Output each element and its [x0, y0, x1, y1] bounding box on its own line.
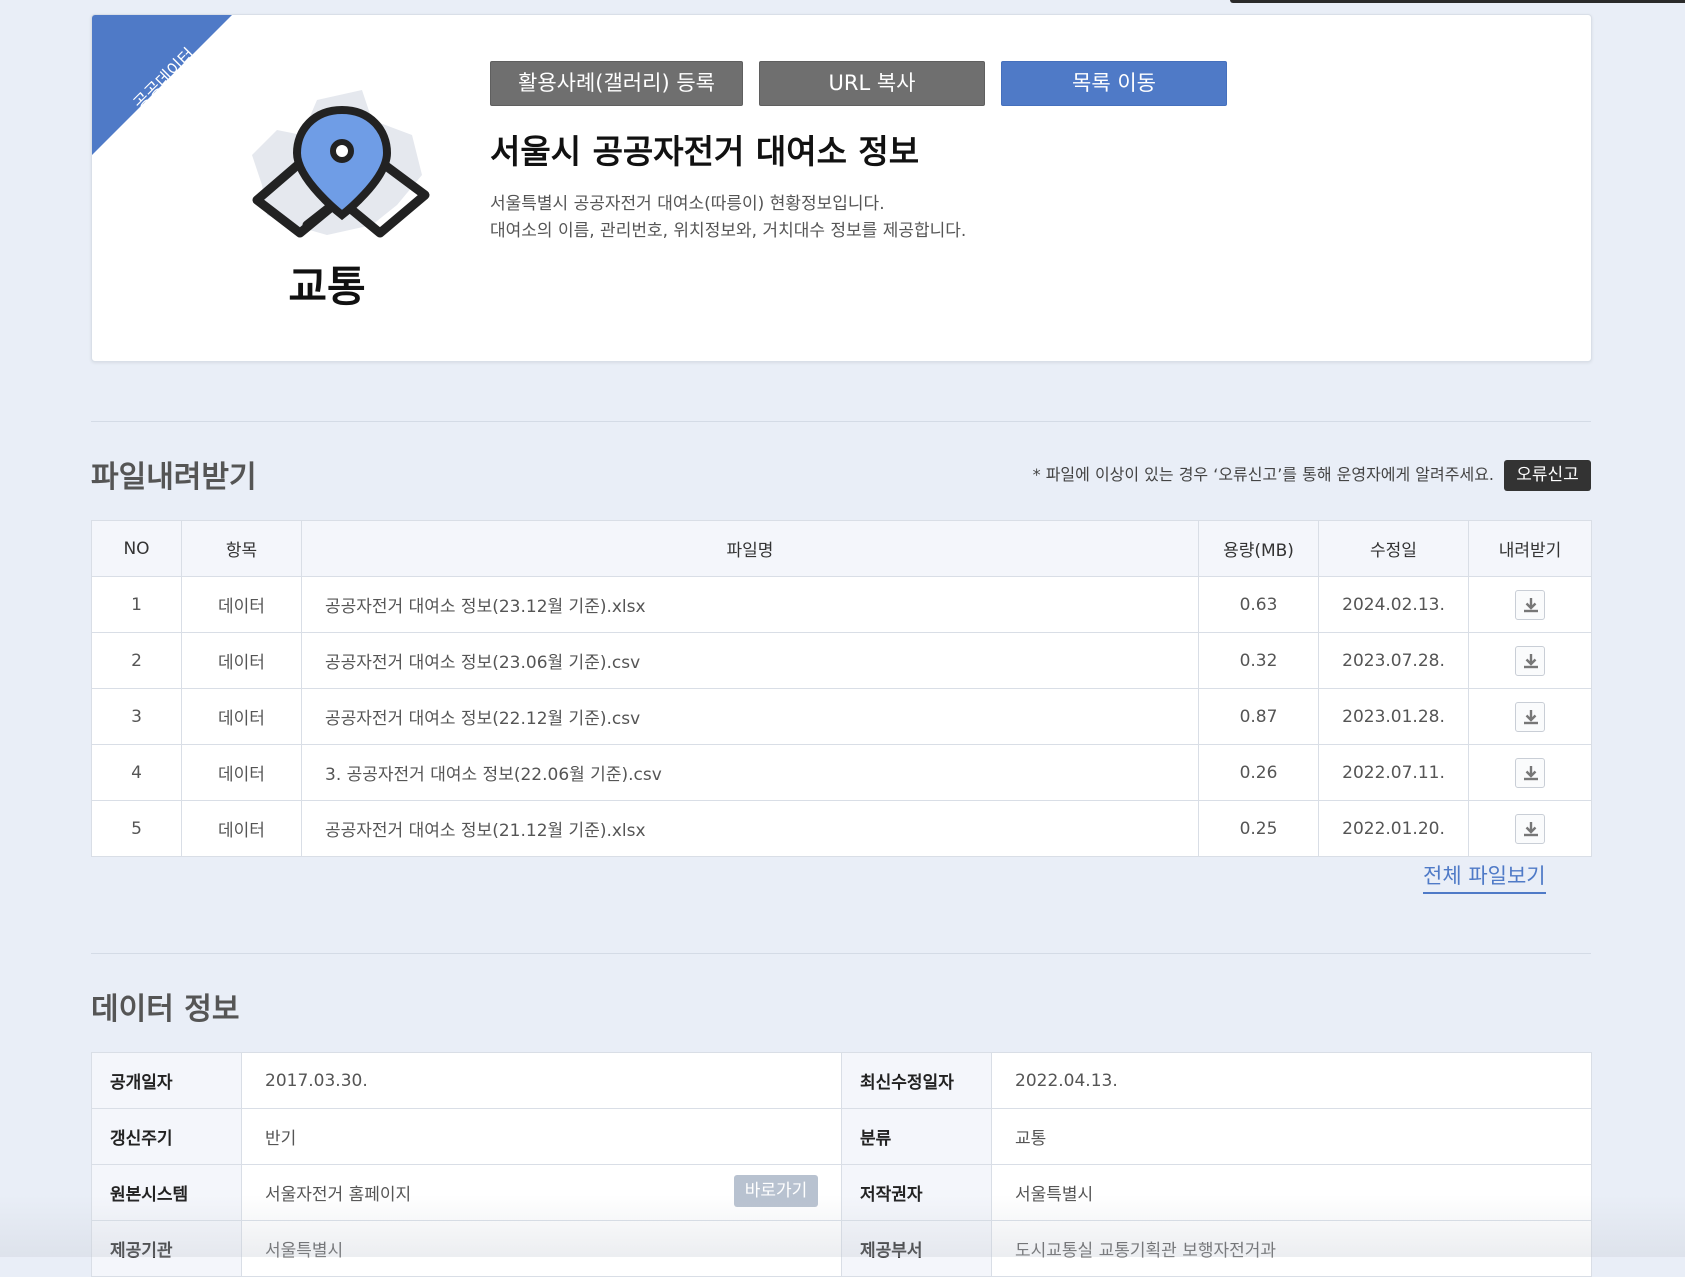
page-title: 서울시 공공자전거 대여소 정보 [490, 132, 920, 171]
download-icon[interactable] [1515, 701, 1545, 732]
info-value: 서울특별시 [241, 1220, 842, 1277]
info-key: 저작권자 [841, 1164, 992, 1221]
action-buttons: 활용사례(갤러리) 등록 URL 복사 목록 이동 [490, 61, 1227, 106]
cell-date: 2024.02.13. [1318, 576, 1469, 633]
info-value: 서울자전거 홈페이지 [265, 1185, 412, 1205]
download-icon[interactable] [1515, 757, 1545, 788]
table-row: 원본시스템 서울자전거 홈페이지 바로가기 저작권자 서울특별시 [91, 1164, 1592, 1221]
category-block: 교통 [222, 75, 432, 315]
cell-no: 1 [91, 576, 182, 633]
table-row: 제공기관 서울특별시 제공부서 도시교통실 교통기획관 보행자전거과 [91, 1220, 1592, 1277]
cell-type: 데이터 [181, 632, 302, 689]
go-to-list-button[interactable]: 목록 이동 [1001, 61, 1227, 106]
cell-no: 2 [91, 632, 182, 689]
column-header-date: 수정일 [1318, 520, 1469, 577]
table-row: 4 데이터 3. 공공자전거 대여소 정보(22.06월 기준).csv 0.26 20… [91, 744, 1592, 801]
cell-size: 0.26 [1198, 744, 1319, 801]
error-report-button[interactable]: 오류신고 [1504, 460, 1591, 491]
info-value: 교통 [991, 1108, 1592, 1165]
description-line: 대여소의 이름, 관리번호, 위치정보와, 거치대수 정보를 제공합니다. [490, 221, 967, 241]
cell-size: 0.32 [1198, 632, 1319, 689]
info-key: 갱신주기 [91, 1108, 242, 1165]
dataset-description: 서울특별시 공공자전거 대여소(따릉이) 현황정보입니다. 대여소의 이름, 관… [490, 191, 966, 245]
download-icon[interactable] [1515, 645, 1545, 676]
info-value-source-system: 서울자전거 홈페이지 바로가기 [241, 1164, 842, 1221]
column-header-filename: 파일명 [301, 520, 1199, 577]
info-value: 반기 [241, 1108, 842, 1165]
copy-url-button[interactable]: URL 복사 [759, 61, 985, 106]
cell-no: 5 [91, 800, 182, 857]
cell-filename: 공공자전거 대여소 정보(22.12월 기준).csv [301, 688, 1199, 745]
cell-size: 0.87 [1198, 688, 1319, 745]
section-divider [91, 421, 1591, 422]
gallery-register-button[interactable]: 활용사례(갤러리) 등록 [490, 61, 743, 106]
cell-type: 데이터 [181, 688, 302, 745]
cell-no: 4 [91, 744, 182, 801]
go-to-source-button[interactable]: 바로가기 [734, 1175, 818, 1207]
section-divider [91, 953, 1591, 954]
info-value: 2022.04.13. [991, 1052, 1592, 1109]
top-edge-bar [1230, 0, 1685, 3]
table-row: 5 데이터 공공자전거 대여소 정보(21.12월 기준).xlsx 0.25 2022… [91, 800, 1592, 857]
cell-download [1468, 688, 1592, 745]
cell-type: 데이터 [181, 576, 302, 633]
cell-size: 0.63 [1198, 576, 1319, 633]
file-download-table: NO 항목 파일명 용량(MB) 수정일 내려받기 1 데이터 공공자전거 대여소 … [91, 520, 1592, 857]
data-info-table: 공개일자 2017.03.30. 최신수정일자 2022.04.13. 갱신주기… [91, 1052, 1592, 1277]
cell-download [1468, 576, 1592, 633]
table-row: 공개일자 2017.03.30. 최신수정일자 2022.04.13. [91, 1052, 1592, 1109]
table-row: 갱신주기 반기 분류 교통 [91, 1108, 1592, 1165]
data-info-section-title: 데이터 정보 [91, 992, 240, 1027]
description-line: 서울특별시 공공자전거 대여소(따릉이) 현황정보입니다. [490, 194, 885, 214]
cell-filename: 공공자전거 대여소 정보(23.12월 기준).xlsx [301, 576, 1199, 633]
view-all-files-link[interactable]: 전체 파일보기 [1423, 860, 1546, 894]
table-row: 2 데이터 공공자전거 대여소 정보(23.06월 기준).csv 0.32 2023.… [91, 632, 1592, 689]
info-key: 제공기관 [91, 1220, 242, 1277]
map-pin-icon [252, 90, 430, 238]
cell-download [1468, 800, 1592, 857]
column-header-download: 내려받기 [1468, 520, 1592, 577]
cell-date: 2022.07.11. [1318, 744, 1469, 801]
table-header-row: NO 항목 파일명 용량(MB) 수정일 내려받기 [91, 520, 1592, 577]
download-icon[interactable] [1515, 589, 1545, 620]
cell-type: 데이터 [181, 744, 302, 801]
info-value: 서울특별시 [991, 1164, 1592, 1221]
info-value: 도시교통실 교통기획관 보행자전거과 [991, 1220, 1592, 1277]
table-row: 3 데이터 공공자전거 대여소 정보(22.12월 기준).csv 0.87 2023.… [91, 688, 1592, 745]
info-key: 공개일자 [91, 1052, 242, 1109]
files-section-title: 파일내려받기 [91, 460, 257, 495]
column-header-size: 용량(MB) [1198, 520, 1319, 577]
error-report-notice: * 파일에 이상이 있는 경우 ‘오류신고’를 통해 운영자에게 알려주세요. [1032, 465, 1494, 484]
info-key: 분류 [841, 1108, 992, 1165]
info-key: 원본시스템 [91, 1164, 242, 1221]
info-key: 제공부서 [841, 1220, 992, 1277]
cell-size: 0.25 [1198, 800, 1319, 857]
cell-date: 2022.01.20. [1318, 800, 1469, 857]
column-header-type: 항목 [181, 520, 302, 577]
info-key: 최신수정일자 [841, 1052, 992, 1109]
column-header-no: NO [91, 520, 182, 577]
table-row: 1 데이터 공공자전거 대여소 정보(23.12월 기준).xlsx 0.63 2024… [91, 576, 1592, 633]
info-value: 2017.03.30. [241, 1052, 842, 1109]
cell-type: 데이터 [181, 800, 302, 857]
download-icon[interactable] [1515, 813, 1545, 844]
cell-no: 3 [91, 688, 182, 745]
cell-filename: 공공자전거 대여소 정보(23.06월 기준).csv [301, 632, 1199, 689]
cell-download [1468, 744, 1592, 801]
cell-filename: 3. 공공자전거 대여소 정보(22.06월 기준).csv [301, 744, 1199, 801]
cell-filename: 공공자전거 대여소 정보(21.12월 기준).xlsx [301, 800, 1199, 857]
category-label: 교통 [288, 262, 366, 311]
dataset-summary-card: 공공데이터 교통 활용사례(갤러리) 등록 URL 복사 목록 이동 서울시 공… [91, 14, 1592, 362]
cell-download [1468, 632, 1592, 689]
cell-date: 2023.07.28. [1318, 632, 1469, 689]
cell-date: 2023.01.28. [1318, 688, 1469, 745]
